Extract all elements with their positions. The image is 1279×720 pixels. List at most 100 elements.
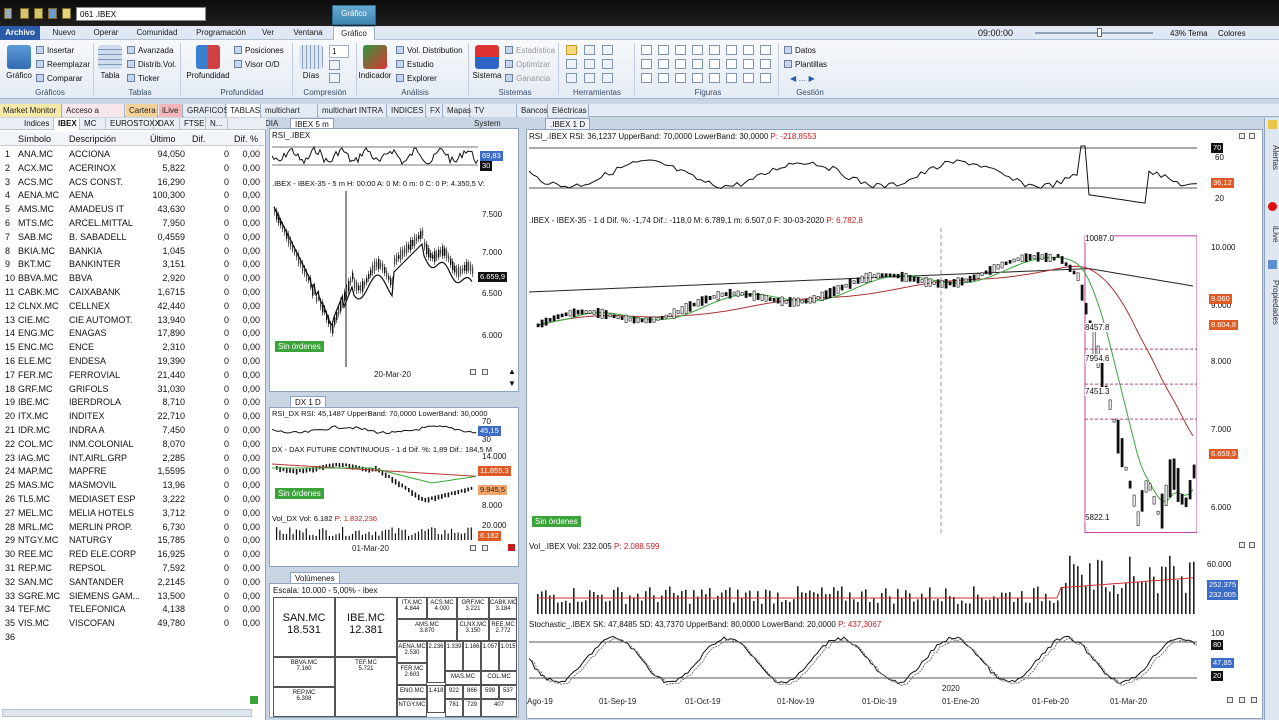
heatmap-cell[interactable]: ENG.MC xyxy=(397,685,427,699)
heatmap-cell[interactable]: BBVA.MC 7.160 xyxy=(273,657,335,687)
heatmap-cell[interactable]: CABK.MC 3.184 xyxy=(489,597,517,619)
plantillas-button[interactable]: Plantillas xyxy=(784,59,827,70)
wave-icon[interactable] xyxy=(760,73,771,83)
window-icon[interactable] xyxy=(48,8,57,19)
workspace-tab[interactable]: Eléctricas xyxy=(549,104,589,117)
heatmap-cell[interactable]: AMS.MC 3.870 xyxy=(397,619,457,641)
table-row[interactable]: 29 NTGY.MC NATURGY 15,785 0 0,00 xyxy=(0,534,264,548)
pin-icon[interactable] xyxy=(34,8,43,19)
triangle-icon[interactable] xyxy=(743,73,754,83)
channel-icon[interactable] xyxy=(743,59,754,69)
layout-icon[interactable] xyxy=(1249,133,1255,139)
estadistica-button[interactable]: Estadística xyxy=(505,45,555,56)
sidebar-ilive[interactable]: iLive xyxy=(1265,214,1279,254)
menu-ver[interactable]: Ver xyxy=(254,26,282,40)
record-icon[interactable] xyxy=(1268,202,1277,211)
heatmap-cell[interactable]: 922 xyxy=(445,685,463,699)
workspace-tab[interactable]: multichart DIA xyxy=(262,104,318,128)
grafico-button[interactable]: Gráfico xyxy=(4,45,34,80)
sidebar-propiedades[interactable]: Propiedades xyxy=(1265,272,1279,332)
heatmap-cell[interactable]: AENA.MC 2.530 xyxy=(397,641,427,663)
estudio-button[interactable]: Estudio xyxy=(396,59,434,70)
table-row[interactable]: 16 ELE.MC ENDESA 19,390 0 0,00 xyxy=(0,355,264,369)
rectangle-icon[interactable] xyxy=(760,59,771,69)
sin-ordenes-daily[interactable]: Sin órdenes xyxy=(532,516,581,527)
sidebar-alertas[interactable]: Alertas xyxy=(1265,132,1279,182)
folder-icon[interactable] xyxy=(62,8,71,19)
nav-arrows[interactable]: ◀ … ▶ xyxy=(790,73,815,84)
table-row[interactable]: 1 ANA.MC ACCIONA 94,050 0 0,00 xyxy=(0,148,264,162)
fibonacci-icon[interactable] xyxy=(658,73,669,83)
grid-tool-icon[interactable] xyxy=(566,73,577,83)
rectangle-icon[interactable] xyxy=(692,45,703,55)
table-row[interactable]: 19 IBE.MC IBERDROLA 8,710 0 0,00 xyxy=(0,396,264,410)
table-row[interactable]: 36 xyxy=(0,631,264,645)
menu-comunidad[interactable]: Comunidad xyxy=(131,26,183,40)
gann-icon[interactable] xyxy=(641,59,652,69)
heatmap-cell[interactable]: 1.057 xyxy=(481,641,499,671)
col-description[interactable]: Descripción xyxy=(69,134,116,144)
menu-archivo[interactable]: Archivo xyxy=(0,26,40,40)
market-subtab[interactable]: MC xyxy=(80,118,106,130)
heatmap-cell[interactable]: 1.339 xyxy=(445,641,463,671)
table-row[interactable]: 6 MTS.MC ARCEL.MITTAL 7,950 0 0,00 xyxy=(0,217,264,231)
heatmap-cell[interactable]: 1.418 xyxy=(427,685,445,713)
colors-menu[interactable]: Colores xyxy=(1218,29,1246,38)
vol-distribution-button[interactable]: Vol. Distribution xyxy=(396,45,463,56)
menu-ventana[interactable]: Ventana xyxy=(287,26,329,40)
tab-dx-1d[interactable]: DX 1 D xyxy=(290,396,326,407)
workspace-tab[interactable]: FX xyxy=(427,104,443,117)
distrib-vol-button[interactable]: Distrib.Vol. xyxy=(127,59,176,70)
heatmap-cell[interactable]: IBE.MC 12.381 xyxy=(335,597,397,657)
theme-menu[interactable]: Tema xyxy=(1188,29,1208,38)
table-row[interactable]: 18 GRF.MC GRIFOLS 31,030 0 0,00 xyxy=(0,383,264,397)
tabla-button[interactable]: Tabla xyxy=(97,45,123,80)
heatmap-cell[interactable]: REE.MC 2.772 xyxy=(489,619,517,641)
hand-tool-icon[interactable] xyxy=(584,59,595,69)
table-row[interactable]: 2 ACX.MC ACERINOX 5,822 0 0,00 xyxy=(0,162,264,176)
gann-icon[interactable] xyxy=(709,73,720,83)
scroll-down-icon[interactable]: ▼ xyxy=(508,379,516,388)
workspace-tab[interactable]: Market Monitor xyxy=(0,104,62,117)
profundidad-button[interactable]: Profundidad xyxy=(185,45,231,80)
heatmap-cell[interactable]: ACS.MC 4.000 xyxy=(427,597,457,619)
wave-icon[interactable] xyxy=(692,59,703,69)
table-row[interactable]: 30 REE.MC RED ELE.CORP 16,925 0 0,00 xyxy=(0,548,264,562)
col-last[interactable]: Último xyxy=(150,134,176,144)
table-row[interactable]: 24 MAP.MC MAPFRE 1,5595 0 0,00 xyxy=(0,465,264,479)
trendline-icon[interactable] xyxy=(709,59,720,69)
heatmap-cell[interactable]: 866 xyxy=(463,685,481,699)
save-icon[interactable] xyxy=(1239,133,1245,139)
text-tool-icon[interactable] xyxy=(602,59,613,69)
wrench-icon[interactable] xyxy=(20,8,29,19)
workspace-tab[interactable]: Mapas xyxy=(444,104,471,117)
heatmap-cell[interactable]: ITX.MC 4.844 xyxy=(397,597,427,619)
workspace-tab[interactable]: multichart INTRA xyxy=(319,104,387,117)
save-icon[interactable] xyxy=(470,545,476,551)
properties-icon[interactable] xyxy=(1268,260,1277,269)
heatmap-cell[interactable]: REP.MC 6.308 xyxy=(273,687,335,717)
heatmap-cell[interactable]: SAN.MC 18.531 xyxy=(273,597,335,657)
settings-icon[interactable] xyxy=(1251,697,1257,703)
table-row[interactable]: 17 FER.MC FERROVIAL 21,440 0 0,00 xyxy=(0,369,264,383)
table-row[interactable]: 15 ENC.MC ENCE 2,310 0 0,00 xyxy=(0,341,264,355)
table-row[interactable]: 5 AMS.MC AMADEUS IT 43,630 0 0,00 xyxy=(0,203,264,217)
workspace-tab[interactable]: Acceso a Broker xyxy=(63,104,125,128)
market-subtab[interactable]: EUROSTOXX xyxy=(106,118,160,130)
heatmap-cell[interactable]: FER.MC 2.603 xyxy=(397,663,427,685)
tab-ibex-1d[interactable]: .IBEX 1 D xyxy=(545,118,591,129)
market-subtab[interactable]: IBEX xyxy=(54,118,80,130)
save-icon[interactable] xyxy=(470,369,476,375)
document-name-field[interactable]: 061 .IBEX xyxy=(76,7,206,21)
trendline-icon[interactable] xyxy=(641,45,652,55)
visor-od-button[interactable]: Visor O/D xyxy=(234,59,280,70)
sin-ordenes-5m[interactable]: Sin órdenes xyxy=(275,341,324,352)
fan-icon[interactable] xyxy=(726,59,737,69)
table-row[interactable]: 22 COL.MC INM.COLONIAL 8,070 0 0,00 xyxy=(0,438,264,452)
optimizar-button[interactable]: Optimizar xyxy=(505,59,550,70)
indicador-button[interactable]: Indicador xyxy=(358,45,392,80)
table-row[interactable]: 10 BBVA.MC BBVA 2,920 0 0,00 xyxy=(0,272,264,286)
menu-grafico[interactable]: Gráfico xyxy=(333,26,375,41)
fibonacci-icon[interactable] xyxy=(726,45,737,55)
dias-button[interactable]: Días xyxy=(298,45,324,80)
